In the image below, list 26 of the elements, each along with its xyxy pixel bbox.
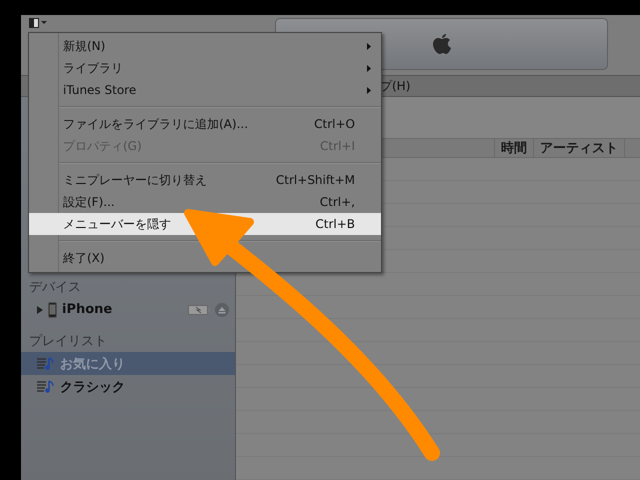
menu-item[interactable]: 終了(X) [29,247,381,269]
menu-item[interactable]: ファイルをライブラリに追加(A)... Ctrl+O [29,113,381,135]
column-header[interactable]: アーティスト [534,139,625,157]
submenu-arrow-icon [367,87,371,94]
playlist-icon [37,356,55,370]
sidebar-item[interactable]: お気に入り [21,352,235,375]
playlist-icon [37,380,55,394]
menu-item[interactable]: 設定(F)... Ctrl+, [29,191,381,213]
submenu-arrow-icon [367,43,371,50]
apple-logo-icon [432,32,452,56]
menu-item[interactable]: iTunes Store [29,79,381,101]
eject-icon[interactable] [215,302,229,316]
menu-item[interactable]: 新規(N) [29,35,381,57]
phone-icon [48,302,57,318]
submenu-arrow-icon [367,65,371,72]
menu-item[interactable]: ライブラリ [29,57,381,79]
sidebar-toggle-button[interactable] [29,18,49,28]
menu-bar-item[interactable]: プ(H) [380,78,410,94]
menu-item[interactable]: ミニプレーヤーに切り替え Ctrl+Shift+M [29,169,381,191]
battery-icon [188,304,210,314]
sidebar-item[interactable]: iPhone [21,298,235,321]
sidebar-heading: デバイス [28,279,82,297]
expand-triangle-icon[interactable] [37,306,43,314]
column-header[interactable]: 時間 [495,139,534,157]
sidebar-item[interactable]: クラシック [21,375,235,398]
sidebar-heading: プレイリスト [28,333,108,351]
